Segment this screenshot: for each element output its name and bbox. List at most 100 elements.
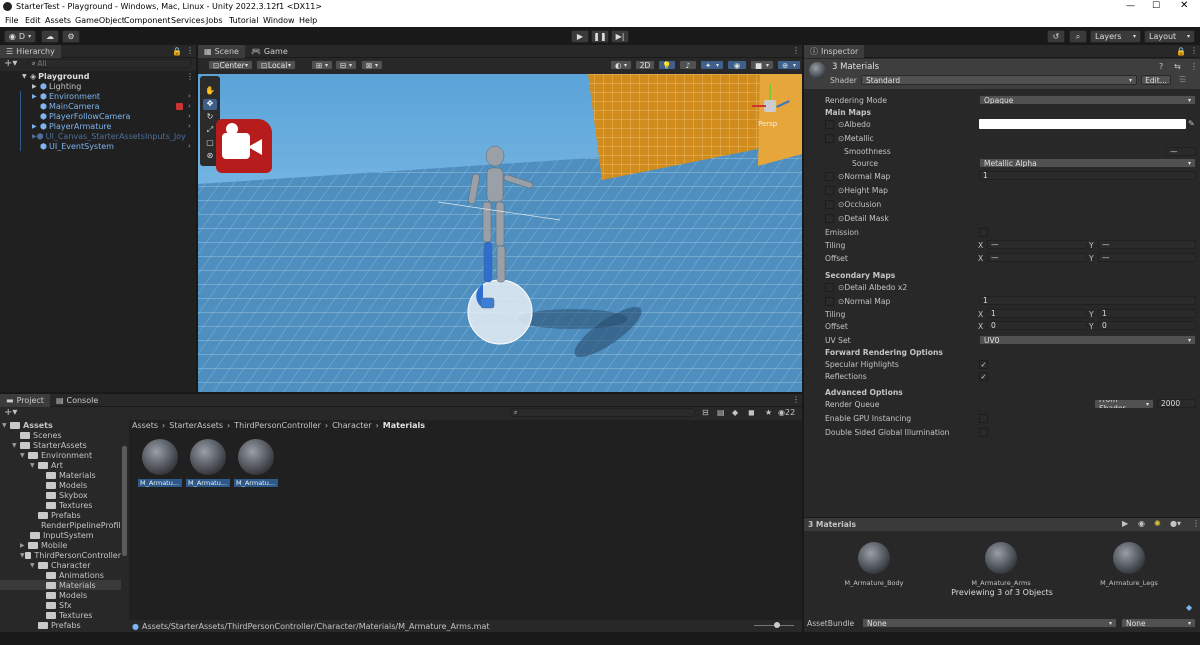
save-search-icon[interactable]: ◼: [748, 408, 755, 417]
tree-env-prefabs[interactable]: Prefabs: [0, 510, 121, 520]
tree-inputsystem[interactable]: InputSystem: [0, 530, 121, 540]
layers-dropdown[interactable]: Layers ▾: [1090, 30, 1141, 43]
gizmos-dropdown[interactable]: ⊕ ▾: [777, 60, 801, 70]
tiling-y-field[interactable]: —: [1098, 240, 1196, 249]
asset-tile[interactable]: M_Armatu...: [138, 438, 182, 488]
tree-animations[interactable]: Animations: [0, 570, 121, 580]
kebab-menu-icon[interactable]: ⋮: [792, 46, 800, 55]
hierarchy-search-input[interactable]: ⌕ All: [28, 59, 192, 68]
tiling-x-field[interactable]: —: [987, 240, 1087, 249]
preview-mode-dropdown[interactable]: ●▾: [1170, 519, 1181, 528]
orientation-gizmo[interactable]: Persp: [748, 78, 798, 138]
tool-transform[interactable]: ⊛: [203, 151, 217, 162]
tool-view-hand[interactable]: ✋: [203, 86, 217, 97]
hierarchy-item-ui-canvas[interactable]: ▶⬢UI_Canvas_StarterAssetsInputs_Joystick: [0, 131, 186, 141]
hierarchy-item-environment[interactable]: ▶ ⬢ Environment ›: [0, 91, 196, 101]
search-label-icon[interactable]: ▤: [717, 408, 725, 417]
close-button[interactable]: ✕: [1180, 0, 1188, 11]
tiling2-y-field[interactable]: 1: [1098, 309, 1196, 318]
detail-albedo-slot[interactable]: [825, 283, 834, 292]
scene-viewport[interactable]: ✋ ✥ ↻ ⤢ ▢ ⊛ Persp: [198, 74, 802, 392]
tree-thirdpersoncontroller[interactable]: ▼ ThirdPersonController: [0, 550, 121, 560]
hidden-objects-toggle[interactable]: ◉: [727, 60, 747, 70]
tab-game[interactable]: 🎮 Game: [245, 45, 294, 58]
menu-jobs[interactable]: Jobs: [206, 16, 223, 25]
offset-y-field[interactable]: —: [1098, 253, 1196, 262]
project-search-input[interactable]: ⌕: [510, 408, 696, 417]
detail-mask-slot[interactable]: [825, 214, 834, 223]
tree-char-materials[interactable]: Materials: [0, 580, 121, 590]
increment-snap-toggle[interactable]: ⊠ ▾: [361, 60, 383, 70]
kebab-menu-icon[interactable]: ⋮: [186, 46, 194, 55]
breadcrumb-materials[interactable]: Materials: [383, 421, 425, 430]
tree-starterassets[interactable]: ▼ StarterAssets: [0, 440, 121, 450]
slider-handle[interactable]: [774, 622, 780, 628]
hierarchy-item-lighting[interactable]: ▶ ⬢ Lighting: [0, 81, 196, 91]
preset-icon[interactable]: ⇆: [1174, 62, 1181, 71]
kebab-menu-icon[interactable]: ⋮: [186, 72, 194, 81]
favorite-icon[interactable]: ★: [765, 408, 772, 417]
tree-sfx[interactable]: Sfx: [0, 600, 121, 610]
specular-checkbox[interactable]: ✓: [979, 360, 988, 369]
tool-move[interactable]: ✥: [203, 99, 217, 110]
normal-scale-field[interactable]: 1: [979, 171, 1196, 180]
emission-checkbox[interactable]: [979, 228, 988, 237]
camera-gizmo-icon[interactable]: [216, 119, 272, 173]
tool-rotate[interactable]: ↻: [203, 112, 217, 123]
effects-dropdown[interactable]: ✦ ▾: [700, 60, 724, 70]
metallic-texture-slot[interactable]: [825, 134, 834, 143]
help-icon[interactable]: ?: [1159, 62, 1163, 71]
detail-normal-scale-field[interactable]: 1: [979, 296, 1196, 305]
tab-hierarchy[interactable]: ☰ Hierarchy: [0, 45, 61, 58]
tree-character[interactable]: ▼ Character: [0, 560, 121, 570]
tab-project[interactable]: ▬ Project: [0, 394, 50, 407]
list-icon[interactable]: ☰: [1179, 75, 1186, 84]
tree-art-materials[interactable]: Materials: [0, 470, 121, 480]
minimize-button[interactable]: —: [1126, 1, 1135, 11]
menu-component[interactable]: Component: [124, 16, 170, 25]
render-queue-dropdown[interactable]: From Shader ▾: [1094, 399, 1154, 409]
tab-scene[interactable]: ▦ Scene: [198, 45, 245, 58]
breadcrumb-starterassets[interactable]: StarterAssets: [169, 421, 223, 430]
hidden-packages-count[interactable]: ◉22: [778, 408, 795, 417]
kebab-menu-icon[interactable]: ⋮: [1190, 62, 1198, 71]
menu-assets[interactable]: Assets: [45, 16, 71, 25]
source-dropdown[interactable]: Metallic Alpha ▾: [979, 158, 1196, 168]
pivot-dropdown[interactable]: ⊡ Center ▾: [208, 60, 253, 70]
scene-row[interactable]: ▼ ◈ Playground ⋮: [0, 71, 196, 81]
play-icon[interactable]: ▶: [1122, 519, 1128, 528]
offset2-x-field[interactable]: 0: [987, 321, 1087, 330]
tree-art-textures[interactable]: Textures: [0, 500, 121, 510]
add-asset-button[interactable]: +▾: [4, 407, 17, 418]
asset-tile[interactable]: M_Armatu...: [186, 438, 230, 488]
mode-2d-toggle[interactable]: 2D: [635, 60, 655, 70]
tree-mobile[interactable]: ▶ Mobile: [0, 540, 121, 550]
kebab-menu-icon[interactable]: ⋮: [1190, 46, 1198, 55]
space-dropdown[interactable]: ⊡ Local ▾: [256, 60, 296, 70]
menu-gameobject[interactable]: GameObject: [75, 16, 125, 25]
kebab-menu-icon[interactable]: ⋮: [792, 395, 800, 404]
snap-toggle[interactable]: ⊟ ▾: [335, 60, 357, 70]
preview-item[interactable]: M_Armature_Legs: [1099, 542, 1159, 587]
smoothness-field[interactable]: —: [1166, 147, 1196, 156]
double-sided-checkbox[interactable]: [979, 428, 988, 437]
rendering-mode-dropdown[interactable]: Opaque ▾: [979, 95, 1196, 105]
offset-x-field[interactable]: —: [987, 253, 1087, 262]
sphere-icon[interactable]: ◉: [1138, 519, 1145, 528]
cloud-button[interactable]: ☁: [41, 30, 59, 43]
pause-button[interactable]: ❚❚: [591, 30, 609, 43]
occlusion-slot[interactable]: [825, 200, 834, 209]
grid-toggle[interactable]: ⊞ ▾: [311, 60, 333, 70]
tree-renderpipeline[interactable]: RenderPipelineProfiles: [0, 520, 121, 530]
menu-tutorial[interactable]: Tutorial: [229, 16, 258, 25]
tree-art[interactable]: ▼ Art: [0, 460, 121, 470]
lighting-toggle[interactable]: 💡: [658, 60, 676, 70]
tree-char-textures[interactable]: Textures: [0, 610, 121, 620]
tag-icon[interactable]: ◆: [732, 408, 738, 417]
play-button[interactable]: ▶: [571, 30, 589, 43]
tab-inspector[interactable]: ⓘ Inspector: [804, 45, 865, 58]
tree-skybox[interactable]: Skybox: [0, 490, 121, 500]
tab-console[interactable]: ▤ Console: [50, 394, 104, 407]
lock-icon[interactable]: 🔒: [172, 47, 182, 56]
eyedropper-icon[interactable]: ✎: [1188, 119, 1195, 128]
